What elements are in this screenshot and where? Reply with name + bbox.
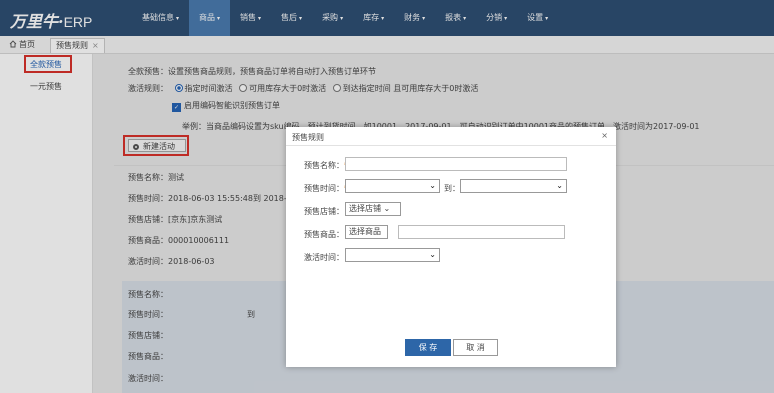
shop-label: 预售店铺： — [304, 207, 344, 216]
product-input[interactable] — [398, 225, 565, 239]
product-label: 预售商品： — [304, 230, 344, 239]
save-button[interactable]: 保 存 — [405, 339, 451, 356]
dialog-title: 预售规则 — [292, 133, 324, 142]
to-label: 到： — [444, 184, 460, 193]
start-time-select[interactable]: ⌄ — [345, 179, 440, 193]
select-product-button[interactable]: 选择商品 — [345, 225, 388, 239]
name-label: 预售名称：* — [304, 160, 348, 171]
dialog-header: 预售规则 × — [286, 127, 616, 146]
presale-name-input[interactable] — [345, 157, 567, 171]
time-label: 预售时间：* — [304, 183, 348, 194]
chevron-down-icon: ⌄ — [429, 181, 436, 190]
activate-label: 激活时间： — [304, 253, 344, 262]
activate-time-select[interactable]: ⌄ — [345, 248, 440, 262]
close-icon[interactable]: × — [601, 131, 608, 140]
chevron-down-icon: ⌄ — [383, 204, 391, 213]
chevron-down-icon: ⌄ — [429, 250, 436, 259]
cancel-button[interactable]: 取 消 — [453, 339, 498, 356]
chevron-down-icon: ⌄ — [556, 181, 563, 190]
select-shop-dropdown[interactable]: 选择店铺 ⌄ — [345, 202, 401, 216]
end-time-select[interactable]: ⌄ — [460, 179, 567, 193]
